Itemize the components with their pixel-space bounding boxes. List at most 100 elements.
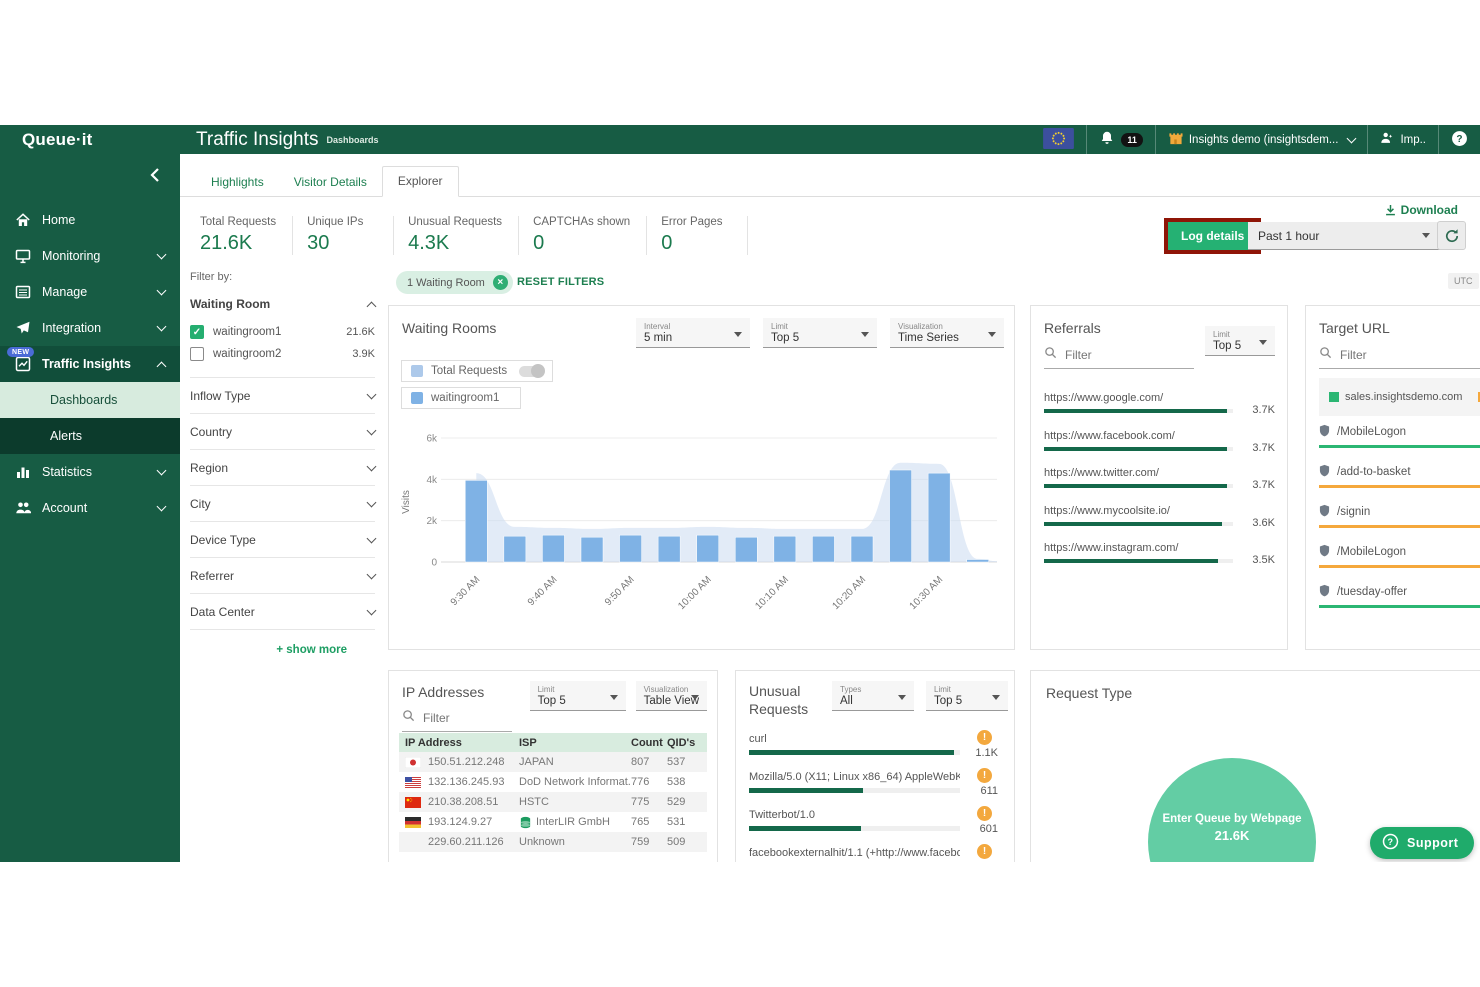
- sidebar-item[interactable]: Manage: [0, 274, 180, 310]
- dropdown-select[interactable]: Limit Top 5: [1205, 326, 1275, 356]
- table-row[interactable]: 210.38.208.51 HSTC 775 529: [399, 792, 707, 812]
- filter-section[interactable]: Country: [190, 414, 375, 450]
- dropdown-select[interactable]: Interval 5 min: [636, 318, 750, 348]
- filter-option-label: waitingroom1: [213, 326, 337, 338]
- table-row[interactable]: 150.51.212.248 JAPAN 807 537: [399, 752, 707, 772]
- filter-option[interactable]: waitingroom2 3.9K: [190, 347, 375, 361]
- sidebar-collapse-button[interactable]: [0, 154, 180, 188]
- checkbox[interactable]: [190, 347, 204, 361]
- referral-row[interactable]: https://www.google.com/ 3.7K: [1044, 392, 1275, 413]
- svg-text:10:30 AM: 10:30 AM: [908, 574, 946, 612]
- unusual-request-row[interactable]: facebookexternalhit/1.1 (+http://www.fac…: [749, 847, 1004, 862]
- dropdown-select[interactable]: Limit Top 5: [530, 681, 626, 711]
- filter-input[interactable]: [1338, 347, 1480, 363]
- sidebar-icon: [15, 500, 31, 516]
- referral-row[interactable]: https://www.facebook.com/ 3.7K: [1044, 430, 1275, 451]
- filter-section[interactable]: Data Center: [190, 594, 375, 630]
- tab[interactable]: Explorer: [382, 166, 459, 197]
- warning-icon: !: [977, 806, 992, 821]
- request-type-pie-segment[interactable]: Enter Queue by Webpage 21.6K: [1148, 758, 1316, 862]
- sidebar-item[interactable]: Account: [0, 490, 180, 526]
- select-value: Top 5: [934, 695, 1000, 707]
- legend-swatch: [411, 365, 423, 377]
- dropdown-select[interactable]: Limit Top 5: [926, 681, 1008, 711]
- castle-icon: [1168, 131, 1183, 149]
- notifications-button[interactable]: 11: [1087, 125, 1155, 154]
- unusual-request-row[interactable]: Twitterbot/1.0 ! 601: [749, 809, 1004, 831]
- sidebar-item[interactable]: Home: [0, 202, 180, 238]
- legend-item[interactable]: Total Requests: [401, 360, 553, 382]
- select-label: Limit: [771, 322, 869, 331]
- queueit-logo[interactable]: Queue·it: [0, 130, 180, 150]
- show-more-button[interactable]: + show more: [190, 644, 375, 656]
- column-header[interactable]: QID's: [667, 737, 701, 749]
- stat-label: Error Pages: [661, 216, 731, 228]
- target-url-row[interactable]: /add-to-basket: [1319, 464, 1480, 488]
- svg-text:6k: 6k: [426, 434, 438, 445]
- filter-section[interactable]: Region: [190, 450, 375, 486]
- sidebar-item[interactable]: Integration: [0, 310, 180, 346]
- sidebar-item[interactable]: NEW Traffic Insights: [0, 346, 180, 382]
- column-header[interactable]: IP Address: [405, 737, 519, 749]
- impersonate-button[interactable]: Imp..: [1368, 125, 1438, 154]
- refresh-button[interactable]: [1437, 221, 1466, 250]
- target-url-row[interactable]: /tuesday-offer: [1319, 584, 1480, 608]
- filter-section[interactable]: Device Type: [190, 522, 375, 558]
- reset-filters-button[interactable]: RESET FILTERS: [517, 276, 604, 288]
- bar-fill: [749, 750, 954, 755]
- dropdown-select[interactable]: Types All: [832, 681, 914, 711]
- filter-input[interactable]: [421, 710, 512, 726]
- time-series-chart: 02k4k6kVisits9:30 AM9:40 AM9:50 AM10:00 …: [397, 430, 1009, 643]
- language-flag-button[interactable]: [1031, 125, 1086, 154]
- table-row[interactable]: 132.136.245.93 DoD Network Informat... 7…: [399, 772, 707, 792]
- dropdown-select[interactable]: Visualization Time Series: [890, 318, 1004, 348]
- close-icon[interactable]: ×: [493, 275, 508, 290]
- filter-section-label: Region: [190, 461, 228, 475]
- sidebar-item-label: Account: [42, 501, 87, 515]
- target-url-row[interactable]: /MobileLogon: [1319, 424, 1480, 448]
- support-button[interactable]: ? Support: [1370, 827, 1474, 859]
- request-count: 601: [970, 823, 998, 835]
- sidebar-item[interactable]: Dashboards: [0, 382, 180, 418]
- column-header[interactable]: Count: [631, 737, 667, 749]
- tab[interactable]: Visitor Details: [279, 168, 382, 197]
- time-range-select[interactable]: Past 1 hour: [1248, 222, 1440, 250]
- dropdown-select[interactable]: Limit Top 5: [763, 318, 877, 348]
- checkbox[interactable]: [190, 325, 204, 339]
- log-details-button[interactable]: Log details: [1168, 222, 1257, 250]
- filter-section[interactable]: Inflow Type: [190, 378, 375, 414]
- filter-sections: Inflow Type Country Region City: [190, 378, 375, 630]
- unusual-request-row[interactable]: curl ! 1.1K: [749, 733, 1004, 755]
- toggle-switch[interactable]: [519, 366, 543, 377]
- column-header[interactable]: ISP: [519, 737, 631, 749]
- filter-title: Filter by:: [190, 271, 375, 283]
- legend-item[interactable]: waitingroom1: [401, 387, 521, 409]
- unusual-request-row[interactable]: Mozilla/5.0 (X11; Linux x86_64) AppleWeb…: [749, 771, 1004, 793]
- download-button[interactable]: Download: [1385, 203, 1458, 217]
- referral-row[interactable]: https://www.twitter.com/ 3.7K: [1044, 467, 1275, 488]
- referral-row[interactable]: https://www.mycoolsite.io/ 3.6K: [1044, 505, 1275, 526]
- sidebar-item[interactable]: Alerts: [0, 418, 180, 454]
- target-url-row[interactable]: /MobileLogon: [1319, 544, 1480, 568]
- filter-section[interactable]: Referrer: [190, 558, 375, 594]
- chevron-down-icon: [367, 425, 377, 435]
- filter-chip-waiting-room[interactable]: 1 Waiting Room ×: [396, 271, 513, 294]
- account-menu[interactable]: Insights demo (insightsdem...: [1156, 125, 1368, 154]
- filter-section-label: Waiting Room: [190, 297, 270, 311]
- table-row[interactable]: 193.124.9.27 InterLIR GmbH 765 531: [399, 812, 707, 832]
- person-icon: [1380, 131, 1394, 148]
- sidebar-item[interactable]: Statistics: [0, 454, 180, 490]
- search-icon: [402, 709, 415, 727]
- help-button[interactable]: ?: [1439, 125, 1480, 154]
- sidebar-item[interactable]: Monitoring: [0, 238, 180, 274]
- filter-input[interactable]: [1063, 347, 1194, 363]
- dropdown-select[interactable]: Visualization Table View: [636, 681, 707, 711]
- tab[interactable]: Highlights: [196, 168, 279, 197]
- table-row[interactable]: 229.60.211.126 Unknown 759 509: [399, 832, 707, 852]
- referral-row[interactable]: https://www.instagram.com/ 3.5K: [1044, 542, 1275, 563]
- target-url-row[interactable]: /signin: [1319, 504, 1480, 528]
- filter-option[interactable]: waitingroom1 21.6K: [190, 325, 375, 339]
- filter-section[interactable]: City: [190, 486, 375, 522]
- unusual-requests-list: curl ! 1.1K Mozilla/5.0 (X11; Linux x86_…: [749, 733, 1004, 862]
- filter-section-waiting-room[interactable]: Waiting Room: [190, 297, 375, 311]
